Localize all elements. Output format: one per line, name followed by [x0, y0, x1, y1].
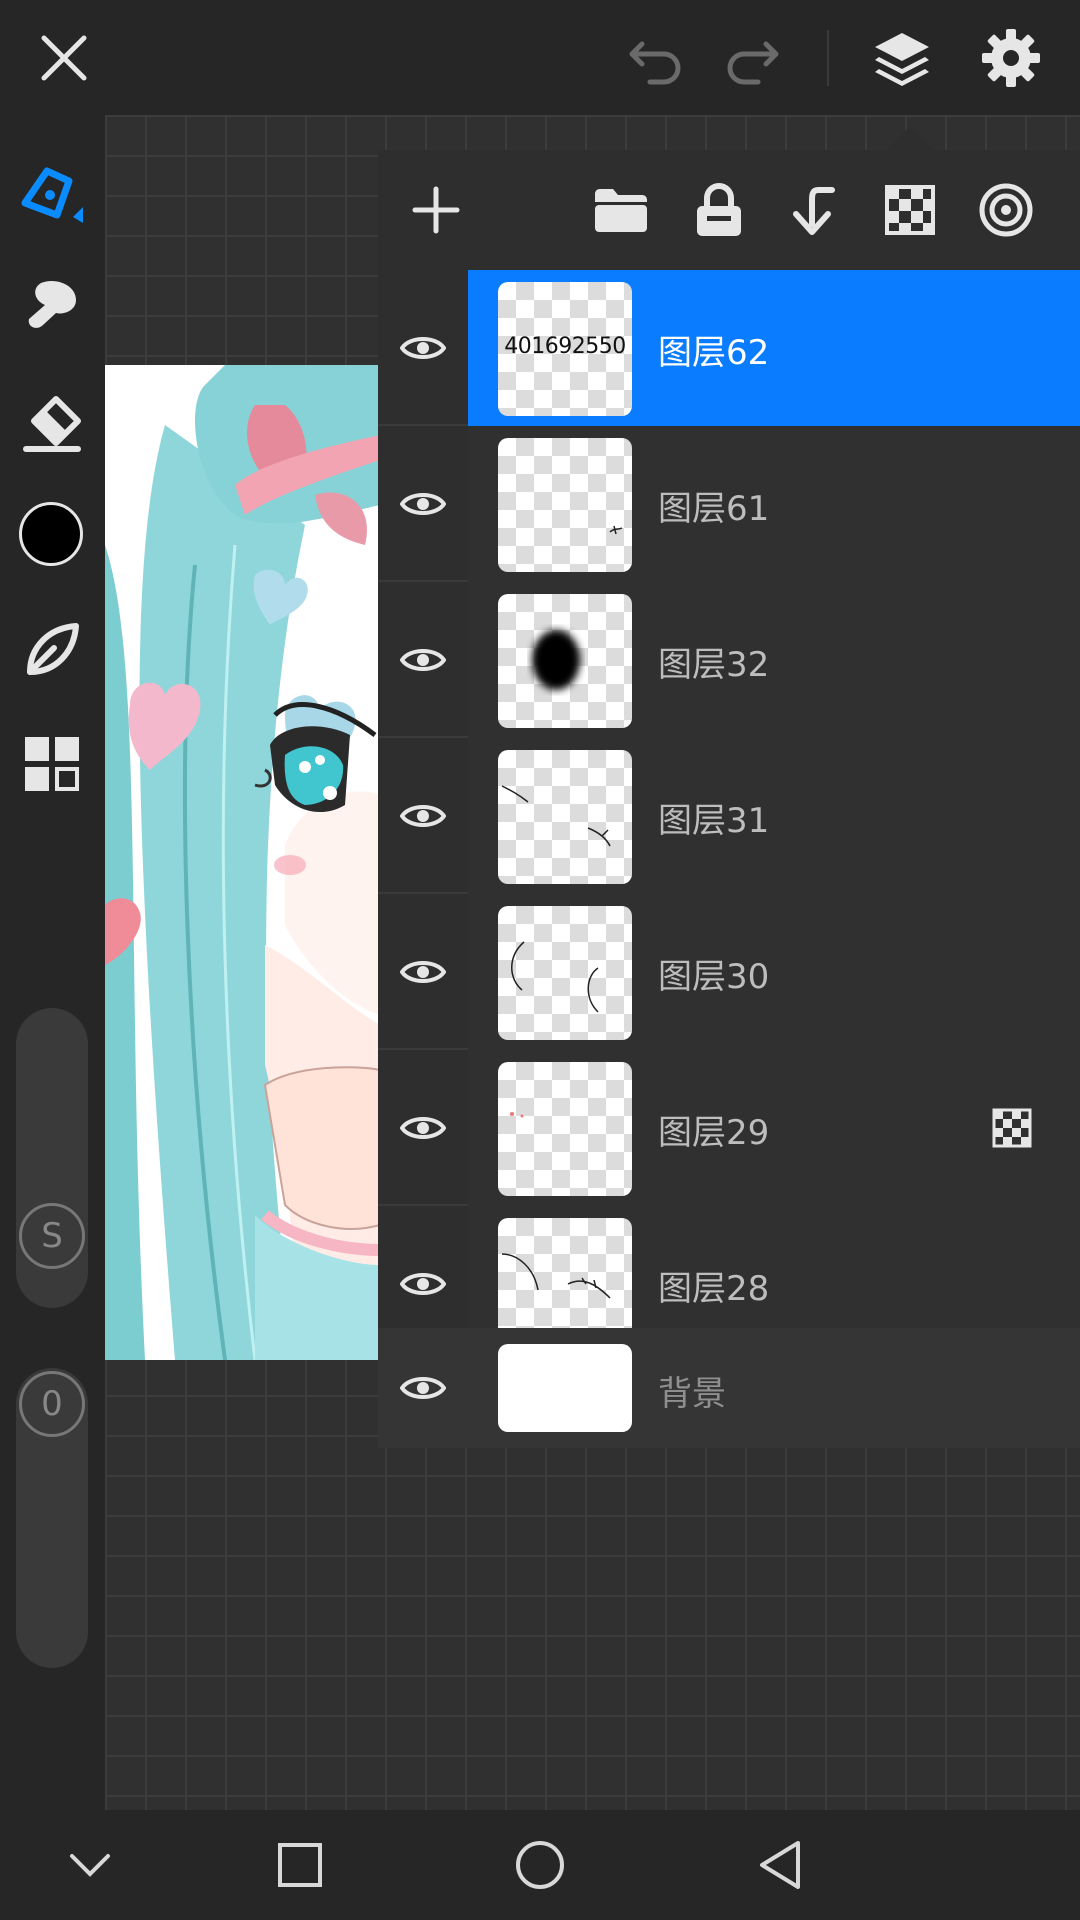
blend-icon[interactable] [968, 172, 1044, 248]
layer-thumbnail [498, 438, 632, 572]
layer-row[interactable]: 图层61 [378, 426, 1080, 582]
recents-icon[interactable] [272, 1837, 328, 1893]
folder-icon[interactable] [583, 172, 659, 248]
layer-row-content[interactable]: 图层31 [468, 738, 1080, 894]
layer-thumbnail [498, 1062, 632, 1196]
layer-name: 图层32 [658, 645, 770, 685]
background-layer-name: 背景 [658, 1374, 726, 1414]
panel-pointer [886, 126, 934, 150]
eye-icon[interactable] [378, 1328, 468, 1448]
eye-icon[interactable] [378, 738, 468, 894]
opacity-slider-knob[interactable]: 0 [19, 1371, 85, 1437]
eye-icon[interactable] [378, 1050, 468, 1206]
close-icon[interactable] [26, 20, 102, 96]
thumbnail-text: 401692550 [504, 334, 626, 359]
layer-row-content[interactable]: 图层61 [468, 426, 1080, 582]
lock-icon[interactable] [681, 172, 757, 248]
size-slider-knob[interactable]: S [19, 1203, 85, 1269]
layer-name: 图层28 [658, 1269, 770, 1309]
layer-name: 图层30 [658, 957, 770, 997]
brush-icon[interactable] [14, 612, 90, 688]
size-slider-label: S [41, 1216, 63, 1256]
home-icon[interactable] [512, 1837, 568, 1893]
layer-name: 图层62 [658, 333, 770, 373]
back-icon[interactable] [752, 1837, 808, 1893]
layer-panel-toolbar [378, 150, 1080, 270]
grid-icon[interactable] [14, 726, 90, 802]
layer-name: 图层29 [658, 1113, 770, 1153]
add-layer-icon[interactable] [398, 172, 474, 248]
alpha-lock-icon[interactable] [872, 172, 948, 248]
color-swatch[interactable] [19, 502, 83, 566]
undo-icon[interactable] [618, 20, 694, 96]
smudge-icon[interactable] [14, 268, 90, 344]
layer-thumbnail [498, 1218, 632, 1328]
eye-icon[interactable] [378, 270, 468, 426]
layer-thumbnail: 401692550 [498, 282, 632, 416]
alpha-lock-badge-icon [992, 1108, 1032, 1148]
layer-thumbnail [498, 750, 632, 884]
eye-icon[interactable] [378, 894, 468, 1050]
opacity-slider[interactable]: 0 [16, 1368, 88, 1668]
nav-down-icon[interactable] [62, 1837, 118, 1893]
layer-row-content[interactable]: 图层29 [468, 1050, 1080, 1206]
brush-size-slider[interactable]: S [16, 1008, 88, 1308]
layer-row[interactable]: 图层28 [378, 1206, 1080, 1328]
background-layer-row[interactable]: 背景 [378, 1328, 1080, 1448]
layer-row-content[interactable]: 401692550 图层62 [468, 270, 1080, 426]
layer-name: 图层31 [658, 801, 770, 841]
layer-row-content[interactable]: 图层30 [468, 894, 1080, 1050]
redo-icon[interactable] [714, 20, 790, 96]
layer-list[interactable]: 401692550 图层62 图层61 图层32 图层31 图层30 图层29 … [378, 270, 1080, 1328]
eye-icon[interactable] [378, 582, 468, 738]
layer-row[interactable]: 图层32 [378, 582, 1080, 738]
layer-row[interactable]: 图层31 [378, 738, 1080, 894]
pen-icon[interactable] [14, 154, 90, 230]
background-thumbnail [498, 1344, 632, 1432]
layer-row[interactable]: 图层29 [378, 1050, 1080, 1206]
system-nav-bar [0, 1810, 1080, 1920]
layer-thumbnail [498, 594, 632, 728]
toolbar-divider [827, 30, 829, 86]
merge-down-icon[interactable] [776, 172, 852, 248]
layers-icon[interactable] [864, 20, 940, 96]
layer-name: 图层61 [658, 489, 770, 529]
eraser-icon[interactable] [14, 385, 90, 461]
top-toolbar [0, 0, 1080, 115]
layer-row[interactable]: 401692550 图层62 [378, 270, 1080, 426]
opacity-slider-label: 0 [41, 1384, 63, 1424]
eye-icon[interactable] [378, 1206, 468, 1328]
artwork-canvas[interactable] [105, 365, 380, 1360]
layer-panel: 401692550 图层62 图层61 图层32 图层31 图层30 图层29 … [378, 150, 1080, 1448]
eye-icon[interactable] [378, 426, 468, 582]
layer-row-content[interactable]: 图层28 [468, 1206, 1080, 1328]
layer-row[interactable]: 图层30 [378, 894, 1080, 1050]
layer-row-content[interactable]: 图层32 [468, 582, 1080, 738]
settings-icon[interactable] [973, 20, 1049, 96]
layer-thumbnail [498, 906, 632, 1040]
